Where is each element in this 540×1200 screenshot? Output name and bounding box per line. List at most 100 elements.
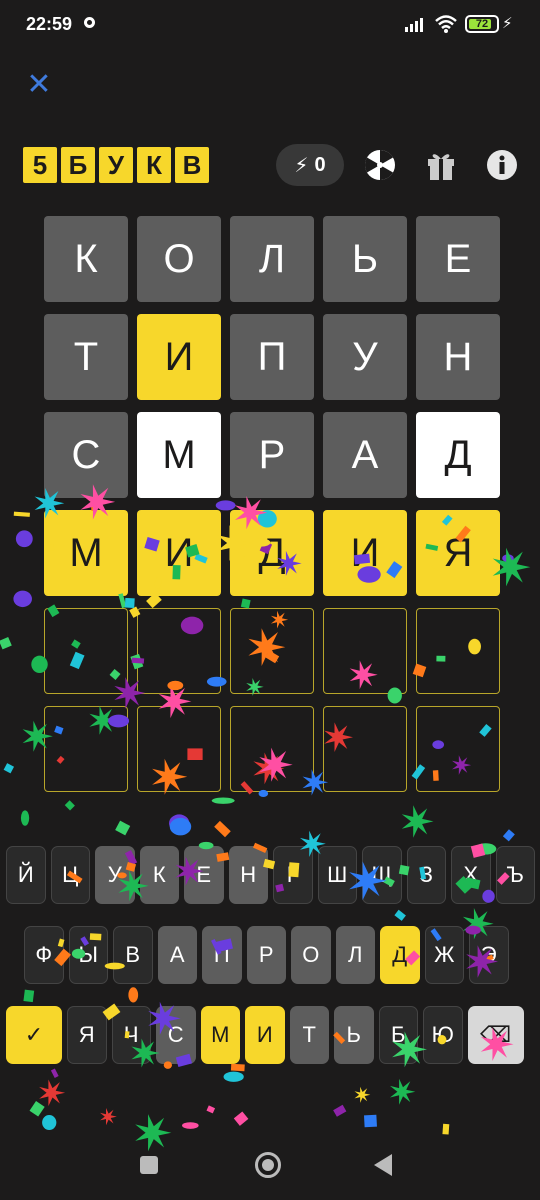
key[interactable]: В bbox=[113, 926, 153, 984]
confetti-star bbox=[100, 1108, 117, 1126]
confetti-piece bbox=[20, 810, 30, 826]
logo-letter: К bbox=[136, 146, 172, 184]
confetti-piece bbox=[223, 1071, 244, 1082]
board-tile: Т bbox=[44, 314, 128, 400]
key[interactable]: Д bbox=[380, 926, 420, 984]
key[interactable]: У bbox=[95, 846, 135, 904]
submit-key[interactable]: ✓ bbox=[6, 1006, 62, 1064]
gift-icon[interactable] bbox=[424, 148, 458, 182]
confetti-star bbox=[390, 1078, 416, 1105]
board-row: К О Л Ь Е bbox=[44, 216, 500, 302]
hints-count: 0 bbox=[314, 153, 326, 176]
confetti-piece bbox=[214, 820, 231, 838]
key[interactable]: Ъ bbox=[495, 846, 535, 904]
key[interactable]: Х bbox=[451, 846, 491, 904]
key[interactable]: З bbox=[406, 846, 446, 904]
key[interactable]: И bbox=[245, 1006, 285, 1064]
key[interactable]: Л bbox=[335, 926, 375, 984]
key[interactable]: Ж bbox=[424, 926, 464, 984]
board-tile: И bbox=[137, 314, 221, 400]
backspace-key[interactable]: ⌫ bbox=[467, 1006, 524, 1064]
board-row: Т И П У Н bbox=[44, 314, 500, 400]
key[interactable]: К bbox=[139, 846, 179, 904]
confetti-piece bbox=[182, 1122, 199, 1129]
confetti-piece bbox=[233, 1111, 249, 1126]
key[interactable]: С bbox=[156, 1006, 196, 1064]
key[interactable]: Г bbox=[273, 846, 313, 904]
board-tile: О bbox=[137, 216, 221, 302]
recent-apps-button[interactable] bbox=[140, 1156, 158, 1174]
stats-wheel-icon[interactable] bbox=[363, 148, 397, 182]
lightning-icon: ⚡ bbox=[294, 154, 309, 177]
confetti-piece bbox=[23, 989, 35, 1003]
confetti-piece bbox=[0, 636, 12, 650]
key[interactable]: Й bbox=[6, 846, 46, 904]
key[interactable]: Э bbox=[469, 926, 509, 984]
key[interactable]: Е bbox=[184, 846, 224, 904]
confetti-piece bbox=[13, 511, 30, 517]
chat-notification-icon bbox=[84, 17, 95, 28]
board-tile: Н bbox=[416, 314, 500, 400]
info-icon[interactable] bbox=[485, 148, 519, 182]
home-button[interactable] bbox=[255, 1152, 281, 1178]
board-row: С М Р А Д bbox=[44, 412, 500, 498]
key[interactable]: О bbox=[291, 926, 331, 984]
key[interactable]: Б bbox=[378, 1006, 418, 1064]
confetti-piece bbox=[169, 814, 190, 833]
key[interactable]: Р bbox=[246, 926, 286, 984]
board-tile: М bbox=[137, 412, 221, 498]
close-button[interactable]: ✕ bbox=[26, 70, 52, 100]
system-nav-bar bbox=[0, 1130, 540, 1200]
confetti-star bbox=[354, 1086, 371, 1103]
board-tile: А bbox=[323, 412, 407, 498]
board-tile: К bbox=[44, 216, 128, 302]
board-tile: Я bbox=[416, 510, 500, 596]
confetti-piece bbox=[230, 1063, 245, 1072]
board-row bbox=[44, 608, 500, 694]
status-time: 22:59 bbox=[26, 14, 73, 34]
key[interactable]: Н bbox=[228, 846, 268, 904]
signal-icon bbox=[405, 18, 423, 32]
confetti-piece bbox=[333, 1104, 347, 1117]
logo-letter: 5 bbox=[22, 146, 58, 184]
key[interactable]: Ы bbox=[68, 926, 108, 984]
key[interactable]: М bbox=[200, 1006, 240, 1064]
board-row bbox=[44, 706, 500, 792]
board-row: М И Д И Я bbox=[44, 510, 500, 596]
battery-icon: 72 bbox=[465, 15, 499, 33]
confetti-piece bbox=[115, 820, 131, 836]
key[interactable]: Ш bbox=[317, 846, 357, 904]
game-board: К О Л Ь Е Т И П У Н С М Р А Д М И Д И Я bbox=[44, 216, 500, 804]
key[interactable]: П bbox=[202, 926, 242, 984]
charging-icon: ⚡ bbox=[502, 15, 513, 32]
key[interactable]: Щ bbox=[362, 846, 402, 904]
board-tile: М bbox=[44, 510, 128, 596]
back-button[interactable] bbox=[374, 1154, 392, 1176]
board-tile-empty bbox=[416, 706, 500, 792]
status-bar: 22:59 72 ⚡ bbox=[0, 0, 540, 50]
hints-button[interactable]: ⚡ 0 bbox=[276, 144, 344, 186]
keyboard-row: ЙЦУКЕНГШЩЗХЪ bbox=[6, 846, 535, 904]
key[interactable]: Ч bbox=[111, 1006, 151, 1064]
confetti-piece bbox=[363, 1114, 377, 1128]
confetti-piece bbox=[394, 909, 406, 921]
board-tile: Ь bbox=[323, 216, 407, 302]
logo-letter: Б bbox=[60, 146, 96, 184]
game-logo: 5 Б У К В bbox=[22, 146, 210, 184]
board-tile: Е bbox=[416, 216, 500, 302]
key[interactable]: Ф bbox=[24, 926, 64, 984]
board-tile: П bbox=[230, 314, 314, 400]
key[interactable]: Т bbox=[289, 1006, 329, 1064]
board-tile-empty bbox=[137, 706, 221, 792]
board-tile: И bbox=[323, 510, 407, 596]
key[interactable]: Ь bbox=[334, 1006, 374, 1064]
key[interactable]: Ц bbox=[50, 846, 90, 904]
key[interactable]: Ю bbox=[423, 1006, 463, 1064]
keyboard-row: ✓ Я Ч С М И Т Ь Б Ю ⌫ bbox=[6, 1006, 524, 1064]
wifi-icon bbox=[435, 15, 457, 33]
board-tile: У bbox=[323, 314, 407, 400]
key[interactable]: А bbox=[157, 926, 197, 984]
key[interactable]: Я bbox=[67, 1006, 107, 1064]
board-tile-empty bbox=[137, 608, 221, 694]
confetti-piece bbox=[13, 590, 32, 608]
